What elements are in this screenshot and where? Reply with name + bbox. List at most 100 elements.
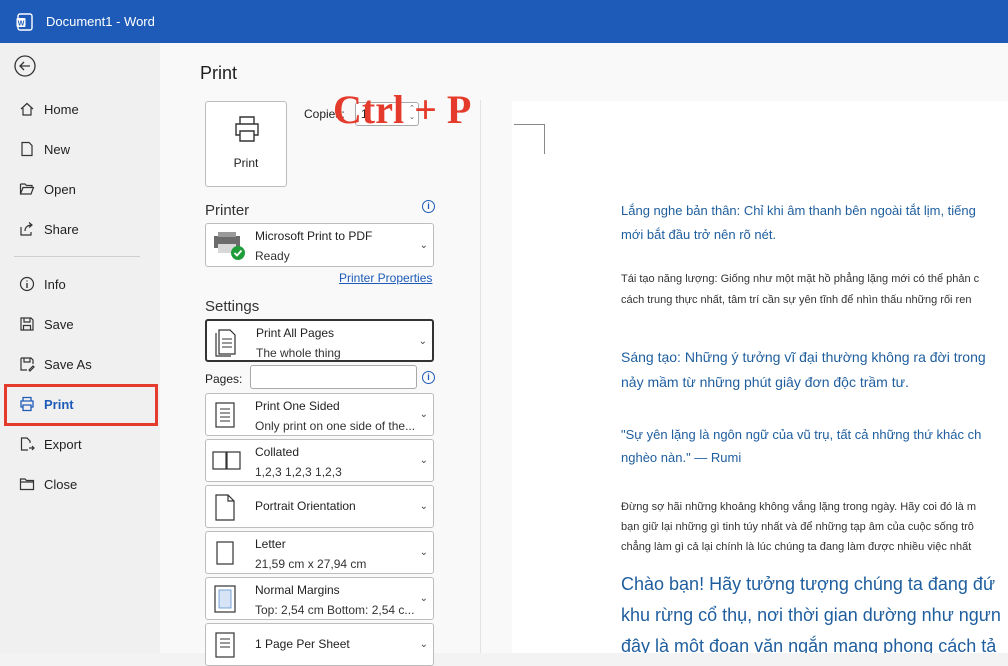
pages-input[interactable] <box>250 365 417 389</box>
preview-quote-line-2: nghèo nàn." — Rumi <box>621 450 742 465</box>
orientation-label: Portrait Orientation <box>255 499 356 513</box>
nav-home[interactable]: Home <box>8 91 156 127</box>
svg-text:W: W <box>18 20 25 27</box>
nav-export-label: Export <box>44 436 82 452</box>
info-icon[interactable]: i <box>422 200 435 213</box>
preview-para-1-line-1: Lắng nghe bản thân: Chỉ khi âm thanh bên… <box>621 203 976 218</box>
nav-export[interactable]: Export <box>8 426 156 462</box>
chevron-down-icon: ⌄ <box>419 593 428 604</box>
nav-close[interactable]: Close <box>8 466 156 502</box>
pages-icon <box>213 327 239 357</box>
nav-new[interactable]: New <box>8 131 156 167</box>
chevron-down-icon: ⌄ <box>419 455 428 466</box>
printer-select[interactable]: Microsoft Print to PDF Ready ⌄ <box>205 223 434 267</box>
save-as-icon <box>18 355 36 373</box>
print-button-label: Print <box>233 156 259 170</box>
printer-properties-link[interactable]: Printer Properties <box>339 271 432 285</box>
export-icon <box>18 435 36 453</box>
nav-print[interactable]: Print <box>4 384 158 426</box>
home-icon <box>18 100 36 118</box>
document-title: Document1 - Word <box>46 14 155 29</box>
preview-para-3-line-2: nảy mầm từ những phút giây đơn độc trầm … <box>621 374 909 390</box>
print-pane: Print Print Copies: 1 ⌃ ⌄ Printer i Micro… <box>160 43 1008 666</box>
preview-para-6-line-1: Chào bạn! Hãy tưởng tượng chúng ta đang … <box>621 574 995 594</box>
print-range-desc: The whole thing <box>256 346 341 360</box>
print-preview-page[interactable]: Lắng nghe bản thân: Chỉ khi âm thanh bên… <box>512 101 1008 653</box>
word-icon: W <box>16 12 34 31</box>
info-circle-icon <box>18 275 36 293</box>
printer-name: Microsoft Print to PDF <box>255 229 373 243</box>
nav-save[interactable]: Save <box>8 306 156 342</box>
crop-mark <box>514 124 544 125</box>
nav-save-as-label: Save As <box>44 356 92 372</box>
chevron-down-icon: ⌄ <box>419 639 428 650</box>
sides-select[interactable]: Print One Sided Only print on one side o… <box>205 393 434 436</box>
nav-divider <box>14 256 140 257</box>
chevron-down-icon: ⌄ <box>419 409 428 420</box>
collate-label: Collated <box>255 445 300 459</box>
collate-desc: 1,2,3 1,2,3 1,2,3 <box>255 465 342 479</box>
margins-icon <box>212 584 238 614</box>
nav-info-label: Info <box>44 276 66 292</box>
save-icon <box>18 315 36 333</box>
new-doc-icon <box>18 140 36 158</box>
arrow-left-circle-icon[interactable] <box>12 53 38 79</box>
portrait-icon <box>212 492 238 522</box>
print-range-select[interactable]: Print All Pages The whole thing ⌄ <box>205 319 434 362</box>
margins-label: Normal Margins <box>255 583 340 597</box>
pages-label: Pages: <box>205 372 243 386</box>
page-title: Print <box>200 63 238 83</box>
preview-para-1-line-2: mới bắt đầu trở nên rõ nét. <box>621 227 777 242</box>
title-bar: W Document1 - Word <box>0 0 1008 43</box>
chevron-down-icon: ⌄ <box>419 547 428 558</box>
chevron-down-icon: ⌄ <box>419 501 428 512</box>
nav-share-label: Share <box>44 221 79 237</box>
page-per-sheet-icon <box>212 630 238 660</box>
margins-desc: Top: 2,54 cm Bottom: 2,54 c... <box>255 603 415 617</box>
collate-select[interactable]: Collated 1,2,3 1,2,3 1,2,3 ⌄ <box>205 439 434 482</box>
paper-icon <box>212 538 238 568</box>
one-sided-icon <box>212 400 238 430</box>
pages-per-sheet-select[interactable]: 1 Page Per Sheet ⌄ <box>205 623 434 666</box>
orientation-select[interactable]: Portrait Orientation ⌄ <box>205 485 434 528</box>
preview-para-5-line-1: Đừng sợ hãi những khoảng không vắng lặng… <box>621 501 977 513</box>
nav-save-as[interactable]: Save As <box>8 346 156 382</box>
print-button[interactable]: Print <box>205 101 287 187</box>
paper-size-label: Letter <box>255 537 286 551</box>
nav-share[interactable]: Share <box>8 211 156 247</box>
paper-size-desc: 21,59 cm x 27,94 cm <box>255 557 367 571</box>
nav-info[interactable]: Info <box>8 266 156 302</box>
printer-heading: Printer <box>205 202 250 219</box>
nav-close-label: Close <box>44 476 78 492</box>
printer-status: Ready <box>255 249 290 263</box>
sides-label: Print One Sided <box>255 399 340 413</box>
crop-mark <box>544 124 545 154</box>
nav-new-label: New <box>44 141 71 157</box>
preview-para-3-line-1: Sáng tạo: Những ý tưởng vĩ đại thường kh… <box>621 349 986 365</box>
nav-open-label: Open <box>44 181 76 197</box>
preview-para-2-line-1: Tái tạo năng lượng: Giống như một mặt hồ… <box>621 273 980 285</box>
settings-heading: Settings <box>205 298 260 315</box>
printer-icon <box>232 114 262 144</box>
preview-para-6-line-3: đây là một đoạn văn ngắn mang phong cách… <box>621 636 997 653</box>
preview-quote-line-1: "Sự yên lặng là ngôn ngữ của vũ trụ, tất… <box>621 427 982 442</box>
pages-per-sheet-label: 1 Page Per Sheet <box>255 637 350 651</box>
margins-select[interactable]: Normal Margins Top: 2,54 cm Bottom: 2,54… <box>205 577 434 620</box>
shortcut-overlay: Ctrl + P <box>333 87 472 132</box>
preview-para-2-line-2: cách trung thực nhất, tâm trí cần sự yên… <box>621 294 972 306</box>
info-icon[interactable]: i <box>422 371 435 384</box>
collated-icon <box>212 446 241 476</box>
sides-desc: Only print on one side of the... <box>255 419 416 433</box>
share-icon <box>18 220 36 238</box>
folder-close-icon <box>18 475 36 493</box>
nav-open[interactable]: Open <box>8 171 156 207</box>
print-range-label: Print All Pages <box>256 326 335 340</box>
highlight-box <box>4 384 158 426</box>
preview-para-6-line-2: khu rừng cổ thụ, nơi thời gian dường như… <box>621 605 1001 625</box>
preview-para-5-line-2: bạn giữ lại những gì tinh túy nhất và để… <box>621 521 974 533</box>
chevron-down-icon: ⌄ <box>419 240 428 251</box>
preview-para-5-line-3: chẳng làm gì cả lại chính là lúc chúng t… <box>621 541 972 553</box>
paper-size-select[interactable]: Letter 21,59 cm x 27,94 cm ⌄ <box>205 531 434 574</box>
chevron-down-icon: ⌄ <box>418 336 427 347</box>
divider <box>480 100 481 653</box>
